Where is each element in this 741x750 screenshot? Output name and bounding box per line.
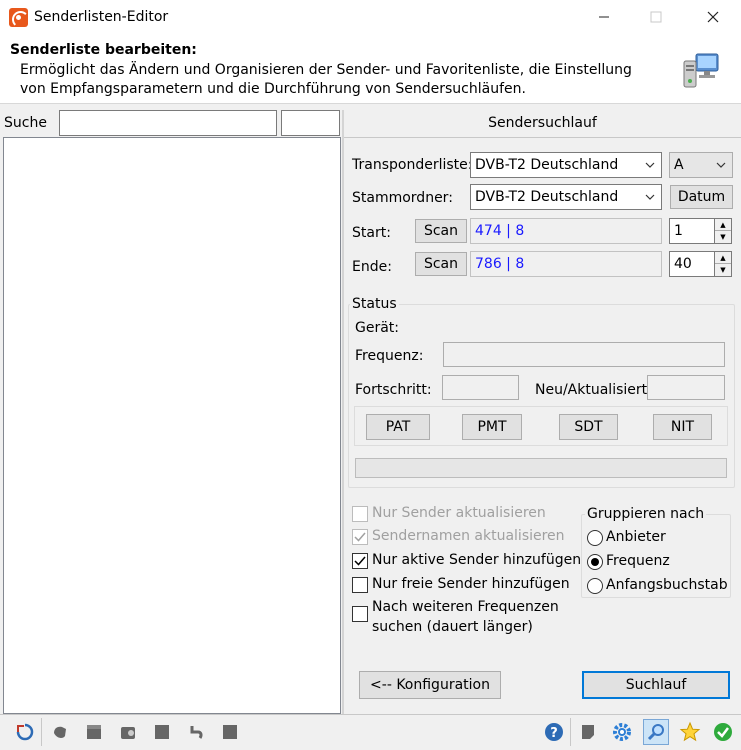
hand-icon[interactable] <box>47 719 73 745</box>
ende-frequency-field: 786 | 8 <box>470 251 662 277</box>
frequenz-radio-label[interactable]: Frequenz <box>606 553 670 569</box>
header-description: Ermöglicht das Ändern und Organisieren d… <box>20 62 632 97</box>
anfangsbuchstabe-label[interactable]: Anfangsbuchstabe <box>606 577 728 593</box>
chevron-down-icon <box>645 162 655 168</box>
start-frequency-field: 474 | 8 <box>470 218 662 244</box>
weitere-frequenzen-label[interactable]: Nach weiteren Frequenzen suchen (dauert … <box>372 597 559 637</box>
nur-aktive-label[interactable]: Nur aktive Sender hinzufügen <box>372 552 581 568</box>
datum-button[interactable]: Datum <box>670 185 733 209</box>
minimize-icon <box>599 16 609 18</box>
start-label: Start: <box>352 225 391 241</box>
search-icon[interactable] <box>643 719 669 745</box>
search-filter-input[interactable] <box>281 110 340 136</box>
status-title: Status <box>350 296 399 312</box>
checkmark-icon <box>354 556 366 566</box>
frequenz-radio[interactable] <box>587 554 603 570</box>
search-label: Suche <box>4 115 47 131</box>
ende-channel-stepper[interactable]: 40 ▲ ▼ <box>669 251 732 277</box>
nur-freie-label[interactable]: Nur freie Sender hinzufügen <box>372 576 570 592</box>
section-title: Sendersuchlauf <box>344 110 741 138</box>
stammordner-label: Stammordner: <box>352 190 453 206</box>
nur-sender-aktualisieren-label: Nur Sender aktualisieren <box>372 505 546 521</box>
frequenz-label: Frequenz: <box>355 348 424 364</box>
radio-icon[interactable] <box>115 719 141 745</box>
gear-icon[interactable] <box>609 719 635 745</box>
neu-aktualisiert-label: Neu/Aktualisiert: <box>535 382 652 398</box>
progress-bar <box>355 458 727 478</box>
frequenz-field <box>443 342 725 367</box>
anbieter-radio[interactable] <box>587 530 603 546</box>
search-input[interactable] <box>59 110 277 136</box>
toolbar-separator <box>41 718 42 746</box>
header-title: Senderliste bearbeiten: <box>10 42 197 58</box>
clapboard-icon[interactable] <box>81 719 107 745</box>
spin-down-icon[interactable]: ▼ <box>715 231 731 243</box>
maximize-icon <box>650 11 662 23</box>
svg-text:?: ? <box>550 726 558 741</box>
fortschritt-label: Fortschritt: <box>355 382 432 398</box>
nur-sender-aktualisieren-checkbox <box>352 506 368 522</box>
minimize-button[interactable] <box>581 0 627 34</box>
pat-button[interactable]: PAT <box>366 414 430 440</box>
transponder-select[interactable]: DVB-T2 Deutschland <box>470 152 662 178</box>
maximize-button <box>633 0 679 34</box>
sdt-button[interactable]: SDT <box>559 414 618 440</box>
stammordner-select[interactable]: DVB-T2 Deutschland <box>470 184 662 210</box>
nur-freie-checkbox[interactable] <box>352 577 368 593</box>
pane-splitter[interactable] <box>342 110 344 714</box>
pmt-button[interactable]: PMT <box>462 414 522 440</box>
help-icon[interactable]: ? <box>541 719 567 745</box>
app-icon <box>9 8 29 28</box>
close-button[interactable] <box>690 0 736 34</box>
nit-button[interactable]: NIT <box>653 414 712 440</box>
checkmark-icon <box>354 532 366 542</box>
weitere-frequenzen-checkbox[interactable] <box>352 606 368 622</box>
ok-check-icon[interactable] <box>710 719 736 745</box>
channel-list[interactable] <box>3 137 341 714</box>
transponder-label: Transponderliste: <box>352 157 473 173</box>
fortschritt-field <box>442 375 519 400</box>
anfangsbuchstabe-radio[interactable] <box>587 578 603 594</box>
note-icon[interactable] <box>575 719 601 745</box>
geraet-label: Gerät: <box>355 320 400 336</box>
toolbar-separator <box>570 718 571 746</box>
transponder-sub-select[interactable]: A <box>669 152 733 178</box>
suchlauf-button[interactable]: Suchlauf <box>582 671 730 699</box>
tile-icon[interactable] <box>217 719 243 745</box>
nur-aktive-checkbox[interactable] <box>352 553 368 569</box>
star-icon[interactable] <box>677 719 703 745</box>
konfiguration-button[interactable]: <-- Konfiguration <box>359 671 501 699</box>
ende-scan-button[interactable]: Scan <box>415 252 467 276</box>
weitere-frequenzen-line2: suchen (dauert länger) <box>372 619 533 635</box>
weitere-frequenzen-line1: Nach weiteren Frequenzen <box>372 599 559 615</box>
undo-icon[interactable] <box>183 719 209 745</box>
window-title: Senderlisten-Editor <box>34 9 169 25</box>
square-icon[interactable] <box>149 719 175 745</box>
start-channel-stepper[interactable]: 1 ▲ ▼ <box>669 218 732 244</box>
sendernamen-aktualisieren-label: Sendernamen aktualisieren <box>372 528 565 544</box>
close-icon <box>707 11 719 23</box>
chevron-down-icon <box>645 194 655 200</box>
spin-down-icon[interactable]: ▼ <box>715 264 731 276</box>
gruppieren-title: Gruppieren nach <box>585 506 707 522</box>
computer-icon <box>683 53 719 88</box>
neu-aktualisiert-field <box>647 375 725 400</box>
sendernamen-aktualisieren-checkbox <box>352 529 368 545</box>
refresh-icon[interactable] <box>12 719 38 745</box>
chevron-down-icon <box>716 162 726 168</box>
ende-label: Ende: <box>352 259 392 275</box>
anbieter-label[interactable]: Anbieter <box>606 529 666 545</box>
start-scan-button[interactable]: Scan <box>415 219 467 243</box>
